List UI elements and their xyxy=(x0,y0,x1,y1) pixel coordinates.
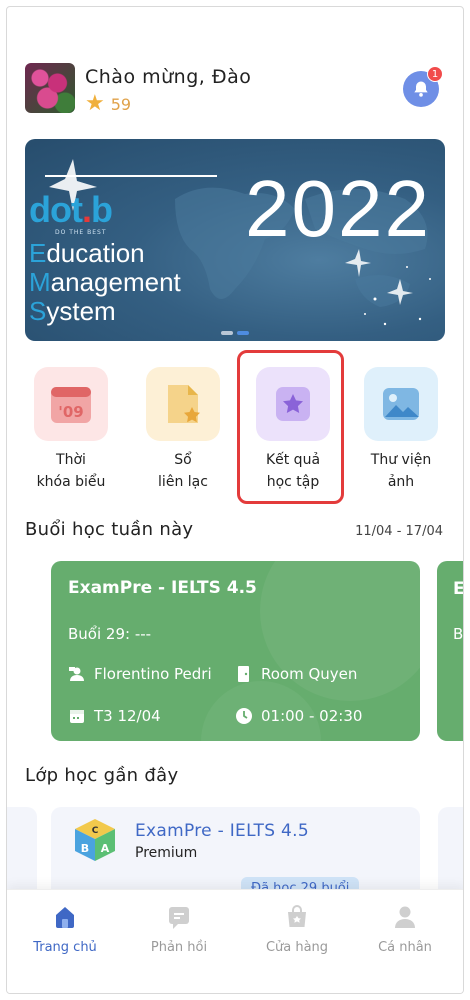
section-title-recent: Lớp học gần đây xyxy=(25,765,179,786)
section-title-week: Buổi học tuần này xyxy=(25,519,194,540)
line3-cap: S xyxy=(29,296,47,326)
calendar-small-icon xyxy=(68,707,86,725)
line1-rest: ducation xyxy=(46,238,145,268)
date-row: T3 12/04 xyxy=(68,707,161,725)
line2-cap: M xyxy=(29,267,51,297)
banner-line-3: System xyxy=(29,297,181,326)
points-display: ★ 59 xyxy=(85,93,131,115)
class-session: Buổi 29: --- xyxy=(68,625,152,643)
teacher-row: Florentino Pedri xyxy=(68,665,212,683)
brand-logo: dot.b xyxy=(29,189,113,231)
week-range: 11/04 - 17/04 xyxy=(355,524,443,539)
clock-icon xyxy=(235,707,253,725)
avatar[interactable] xyxy=(25,63,75,113)
menu-label: Sổ liên lạc xyxy=(158,452,208,490)
profile-icon xyxy=(392,904,418,930)
recent-class-subtitle: Premium xyxy=(135,845,198,861)
next-class-card[interactable]: E B xyxy=(437,561,464,741)
nav-label: Cá nhân xyxy=(378,940,432,955)
app-screen: Chào mừng, Đào ★ 59 1 2022 dot.b DO THE … xyxy=(6,6,464,994)
calendar-icon-text: '09 xyxy=(58,403,83,421)
banner-line xyxy=(45,175,217,177)
logo-text: dot xyxy=(29,189,83,230)
notification-badge: 1 xyxy=(427,66,443,82)
image-icon xyxy=(364,367,438,441)
door-icon xyxy=(235,665,253,683)
bell-icon xyxy=(414,81,428,97)
promo-banner[interactable]: 2022 dot.b DO THE BEST Education Managem… xyxy=(25,139,445,341)
svg-text:C: C xyxy=(92,826,99,836)
home-icon xyxy=(52,904,78,930)
banner-heading: Education Management System xyxy=(29,239,181,326)
class-title: ExamPre - IELTS 4.5 xyxy=(68,578,257,598)
calendar-icon: '09 xyxy=(34,367,108,441)
logo-dot: . xyxy=(81,189,92,230)
line2-rest: anagement xyxy=(50,267,181,297)
abc-cube-icon: C B A xyxy=(75,819,115,861)
carousel-indicator xyxy=(221,331,249,335)
menu-item-timetable[interactable]: '09 Thời khóa biểu xyxy=(21,361,121,493)
menu-item-contact-book[interactable]: Sổ liên lạc xyxy=(133,361,233,493)
points-value: 59 xyxy=(110,94,132,114)
star-icon: ★ xyxy=(85,91,105,116)
room-row: Room Quyen xyxy=(235,665,357,683)
teacher-name: Florentino Pedri xyxy=(94,665,212,683)
greeting-text: Chào mừng, Đào xyxy=(85,66,252,88)
nav-profile[interactable]: Cá nhân xyxy=(355,904,455,955)
quick-menu: '09 Thời khóa biểu Sổ liên lạc Kết quả h… xyxy=(21,361,451,501)
recent-class-title: ExamPre - IELTS 4.5 xyxy=(135,821,309,841)
banner-line-1: Education xyxy=(29,239,181,268)
header: Chào mừng, Đào ★ 59 1 xyxy=(25,63,445,119)
line3-rest: ystem xyxy=(46,296,116,326)
room-name: Room Quyen xyxy=(261,665,358,683)
shop-icon xyxy=(284,904,310,930)
menu-item-gallery[interactable]: Thư viện ảnh xyxy=(351,361,451,493)
svg-text:A: A xyxy=(101,842,110,855)
class-date: T3 12/04 xyxy=(94,707,161,725)
carousel-dot-active[interactable] xyxy=(237,331,249,335)
line1-cap: E xyxy=(29,238,47,268)
peek-session: B xyxy=(453,625,464,643)
svg-text:B: B xyxy=(81,842,89,855)
nav-label: Phản hồi xyxy=(150,940,208,955)
logo-suffix: b xyxy=(90,189,113,230)
document-star-icon xyxy=(146,367,220,441)
menu-label: Thời khóa biểu xyxy=(36,452,106,490)
class-time: 01:00 - 02:30 xyxy=(261,707,363,725)
carousel-dot[interactable] xyxy=(221,331,233,335)
notification-button[interactable]: 1 xyxy=(403,66,443,107)
banner-line-2: Management xyxy=(29,268,181,297)
teacher-icon xyxy=(68,665,86,683)
nav-label: Trang chủ xyxy=(33,940,97,955)
menu-label: Thư viện ảnh xyxy=(370,452,432,490)
feedback-icon xyxy=(166,904,192,930)
class-card[interactable]: ExamPre - IELTS 4.5 Buổi 29: --- Florent… xyxy=(51,561,420,741)
peek-title: E xyxy=(453,579,464,599)
nav-shop[interactable]: Cửa hàng xyxy=(247,904,347,955)
nav-feedback[interactable]: Phản hồi xyxy=(129,904,229,955)
bottom-nav: Trang chủ Phản hồi Cửa hàng Cá nhân xyxy=(7,889,463,993)
nav-label: Cửa hàng xyxy=(265,940,329,955)
nav-home[interactable]: Trang chủ xyxy=(15,904,115,955)
banner-year: 2022 xyxy=(245,164,431,253)
time-row: 01:00 - 02:30 xyxy=(235,707,362,725)
highlight-frame xyxy=(237,350,344,504)
brand-tagline: DO THE BEST xyxy=(55,229,107,236)
